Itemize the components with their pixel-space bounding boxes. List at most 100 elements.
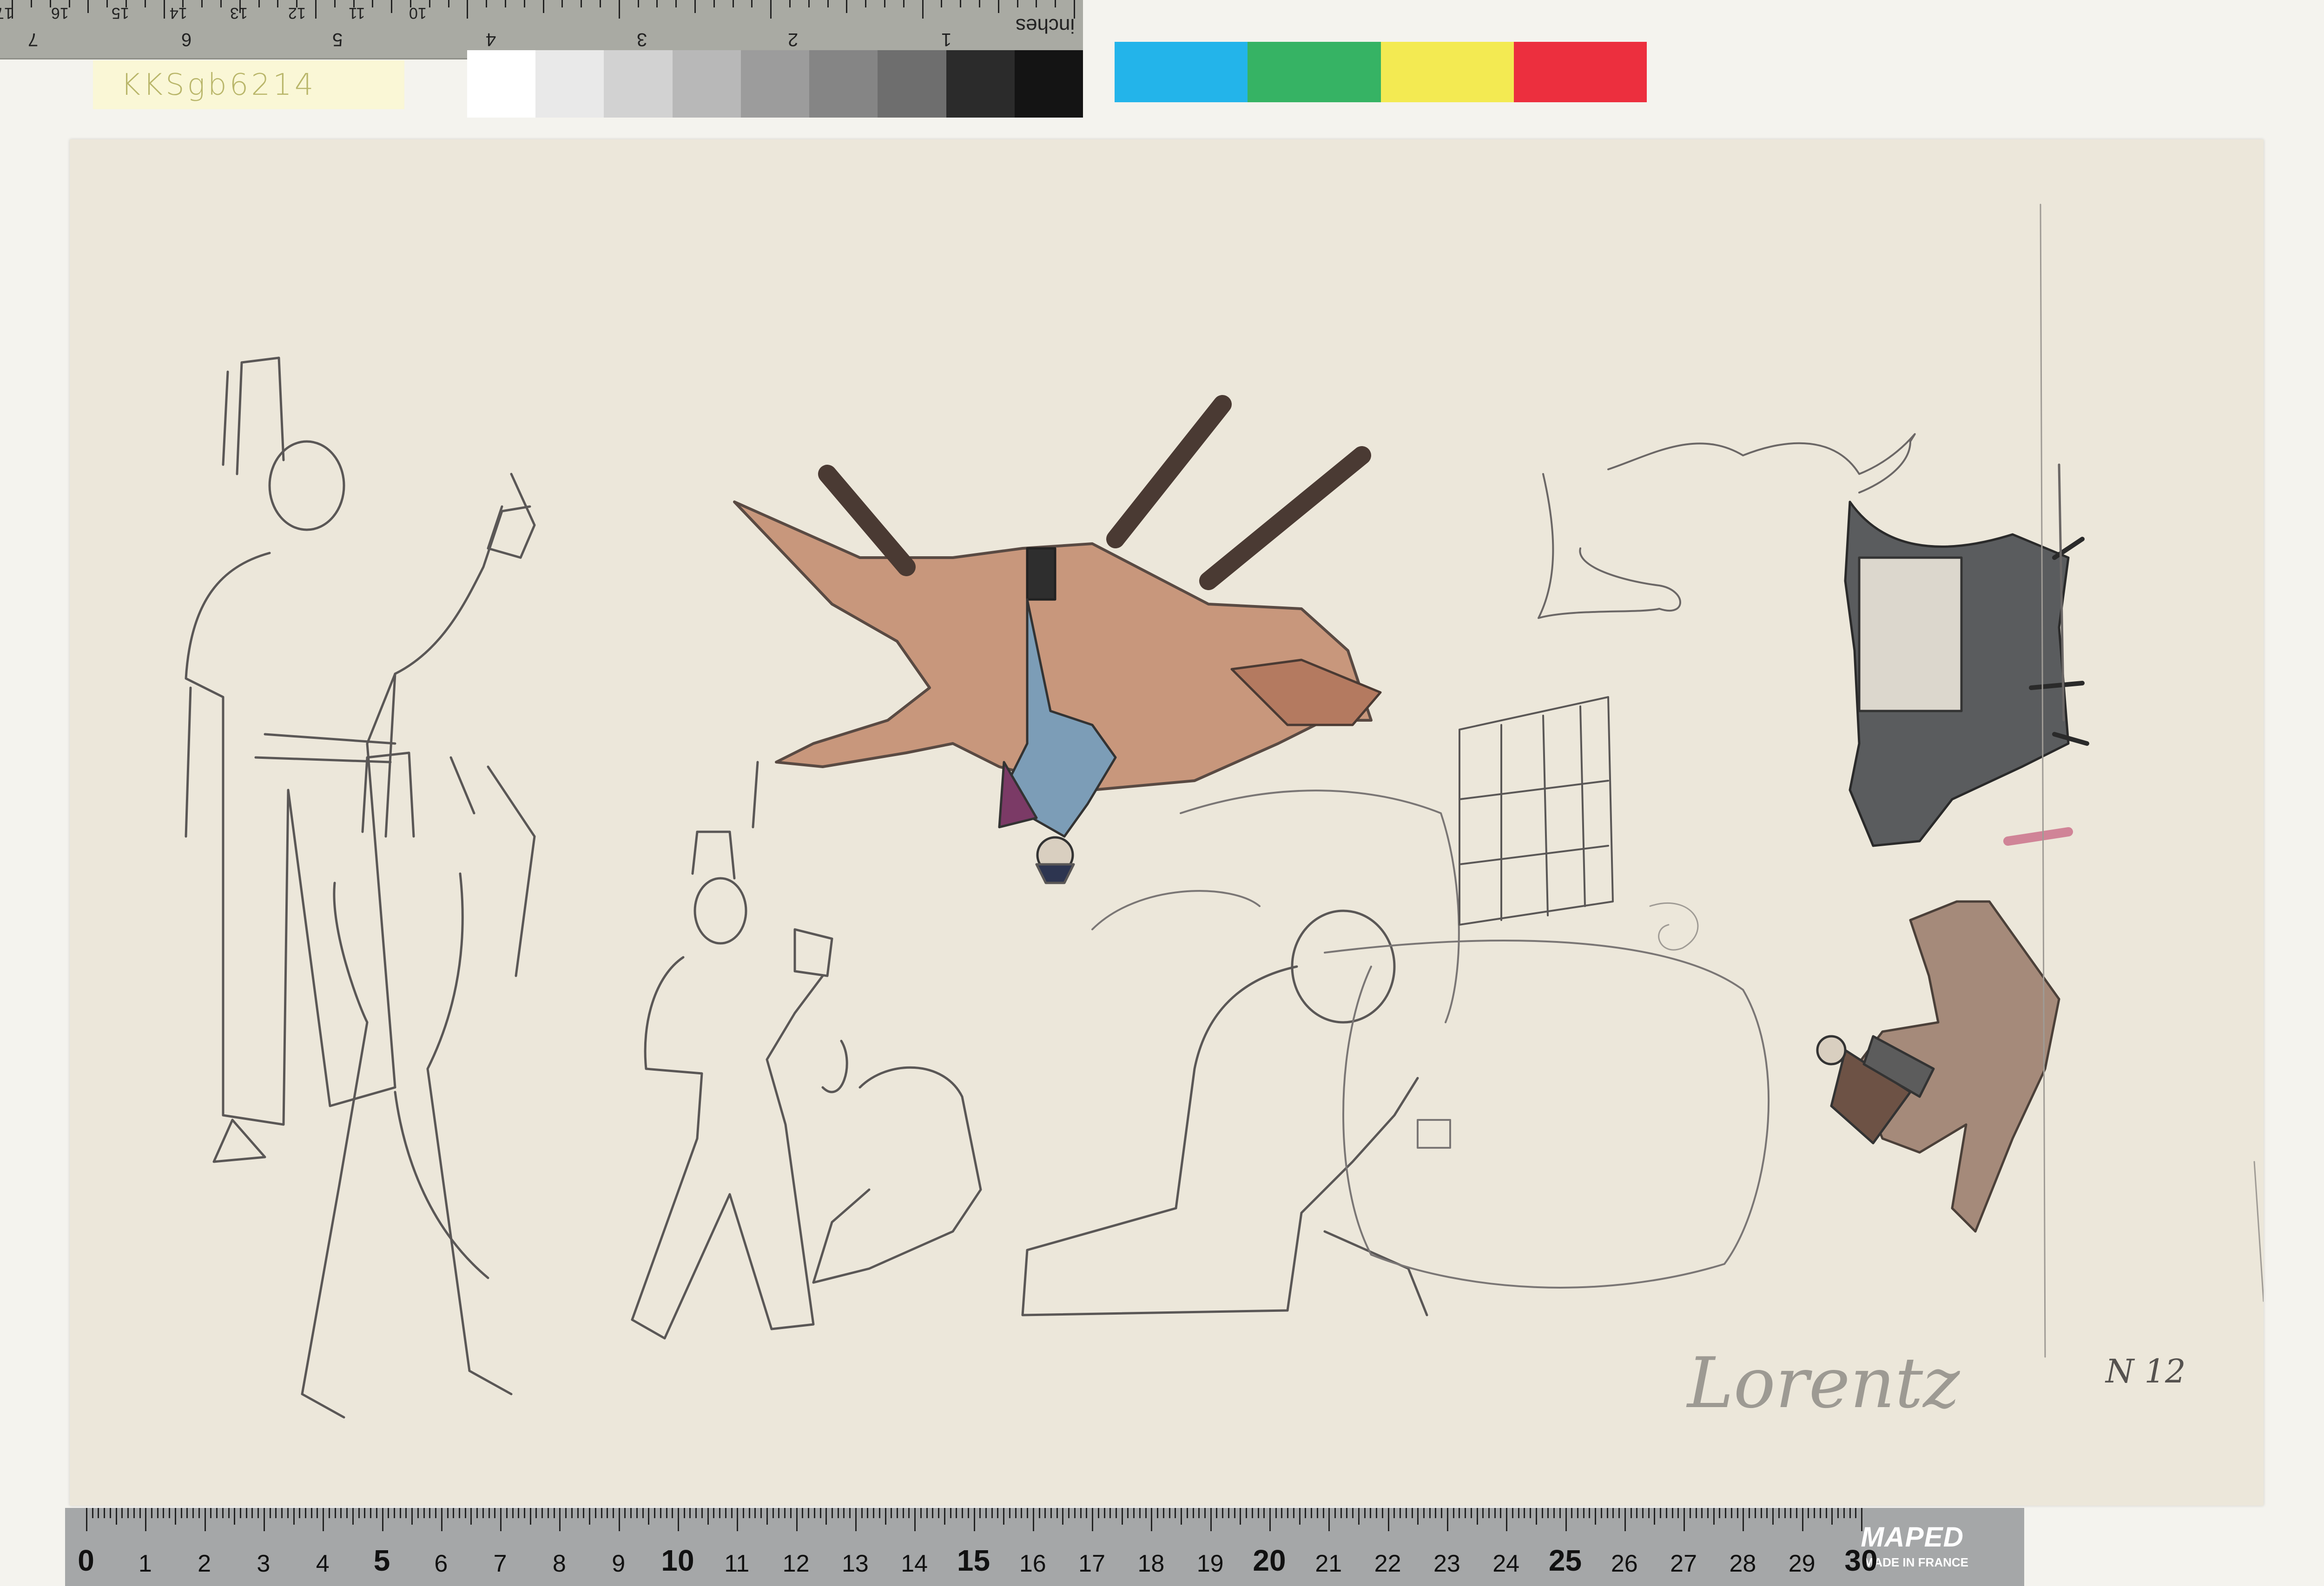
walking-soldier-sketch [631,761,848,1340]
inch-number: 1 [941,29,952,50]
grey-step [878,50,946,118]
cm-ruler-tick [1145,1508,1147,1518]
cm-ruler-tick [885,1508,886,1525]
cm-ruler-tick [1400,1508,1401,1518]
cm-ruler-tick [997,1508,999,1518]
cm-ruler-tick [1074,1508,1076,1518]
cm-ruler-tick [748,1508,750,1518]
cm-ruler-number: 26 [1611,1550,1638,1577]
small-rearing-horse [1816,900,2060,1233]
cm-ruler-tick [1175,1508,1176,1518]
inch-ruler-tick [732,0,734,7]
cm-ruler-tick [245,1508,247,1518]
cm-ruler-number: 13 [841,1550,869,1577]
inch-ruler-tick [12,0,13,19]
cm-ruler-tick [358,1508,360,1518]
cm-ruler-tick [1162,1508,1164,1518]
artist-signature: Lorentz [1687,1343,1960,1424]
cm-ruler-number: 25 [1548,1544,1582,1577]
grey-step [1014,50,1083,118]
cm-ruler-tick [908,1508,910,1518]
cm-ruler-tick [1103,1508,1105,1518]
inch-ruler-tick [486,0,488,7]
inch-ruler-tick [694,0,696,13]
cm-ruler-tick [1665,1508,1667,1518]
cm-ruler-tick [1109,1508,1111,1518]
inch-number: 4 [486,29,496,50]
cm-ruler-tick [1707,1508,1709,1518]
grey-step [535,50,604,118]
inch-ruler-tick [713,0,715,7]
inch-number: 5 [332,29,343,50]
cm-ruler-tick [92,1508,93,1518]
cm-ruler-tick [1660,1508,1662,1518]
kneeling-figures-sketch [812,909,1428,1316]
cm-ruler-tick [1571,1508,1573,1518]
cm-ruler-tick [867,1508,869,1518]
cm-ruler-tick [1749,1508,1750,1518]
cm-ruler-tick [932,1508,934,1518]
cm-ruler-tick [766,1508,768,1525]
cm-ruler-tick [624,1508,626,1518]
cm-ruler-number: 8 [552,1550,566,1577]
cm-ruler-tick [1044,1508,1046,1518]
grey-scale-card [467,50,1083,118]
grey-step [672,50,741,118]
inch-ruler-tick [997,0,999,13]
inch-ruler-tick [675,0,677,7]
cm-ruler-number: 15 [957,1544,990,1577]
cm-ruler-tick [873,1508,875,1518]
cm-ruler-tick [636,1508,638,1518]
cm-ruler-tick [1730,1508,1732,1518]
cm-ruler-tick [1062,1508,1064,1525]
grey-step [740,50,810,118]
cm-ruler-tick [1116,1508,1117,1518]
cm-ruler-tick [725,1508,726,1518]
cm-ruler-tick [1364,1508,1366,1518]
cm-ruler-number: 30 [1844,1544,1878,1577]
cm-ruler-tick [956,1508,957,1518]
inch-ruler-label: inches [1015,14,1075,37]
cm-ruler-tick [334,1508,336,1518]
cm-ruler-tick [1186,1508,1188,1518]
cm-ruler-tick [1381,1508,1383,1518]
cm-ruler-number: 22 [1374,1550,1401,1577]
cm-ruler-tick [1251,1508,1253,1518]
cm-ruler-tick [157,1508,158,1518]
cm-ruler-tick [1636,1508,1638,1518]
cm-ruler-tick [1819,1508,1821,1518]
cm-ruler-number: 11 [724,1550,750,1577]
cm-ruler-tick [547,1508,549,1518]
cm-ruler-number: 2 [198,1550,211,1577]
cm-ruler-tick [1524,1508,1525,1518]
cm-ruler-tick [512,1508,514,1518]
cm-ruler-number: 3 [257,1550,271,1577]
cm-ruler-tick [1086,1508,1088,1518]
cm-ruler-tick [719,1508,721,1518]
cm-ruler-tick [962,1508,964,1518]
cm-ruler-tick [464,1508,466,1518]
color-patch [1380,42,1514,102]
cm-ruler-tick [1097,1508,1099,1518]
inch-ruler-tick [523,0,525,7]
cm-ruler-tick [399,1508,401,1518]
cm-ruler-tick [1802,1508,1803,1531]
cm-ruler-tick [323,1508,324,1531]
cm-ruler-tick [1269,1508,1271,1531]
ruler-brand-subtitle: MADE IN FRANCE [1863,1555,1968,1569]
cm-ruler-tick [654,1508,656,1518]
cm-ruler-tick [458,1508,460,1518]
cm-ruler-tick [1476,1508,1478,1525]
cm-ruler-tick [926,1508,928,1518]
cm-ruler-tick [1488,1508,1490,1518]
cm-number: 14 [170,4,187,22]
soldier-back-sketch [301,751,536,1419]
cm-ruler-tick [831,1508,833,1518]
cm-ruler-tick [861,1508,863,1518]
cm-ruler-tick [743,1508,745,1518]
cm-ruler-tick [1228,1508,1229,1518]
cm-ruler-tick [1056,1508,1058,1518]
cm-ruler-tick [1387,1508,1389,1531]
cm-ruler-tick [364,1508,366,1518]
cm-ruler-tick [317,1508,318,1518]
